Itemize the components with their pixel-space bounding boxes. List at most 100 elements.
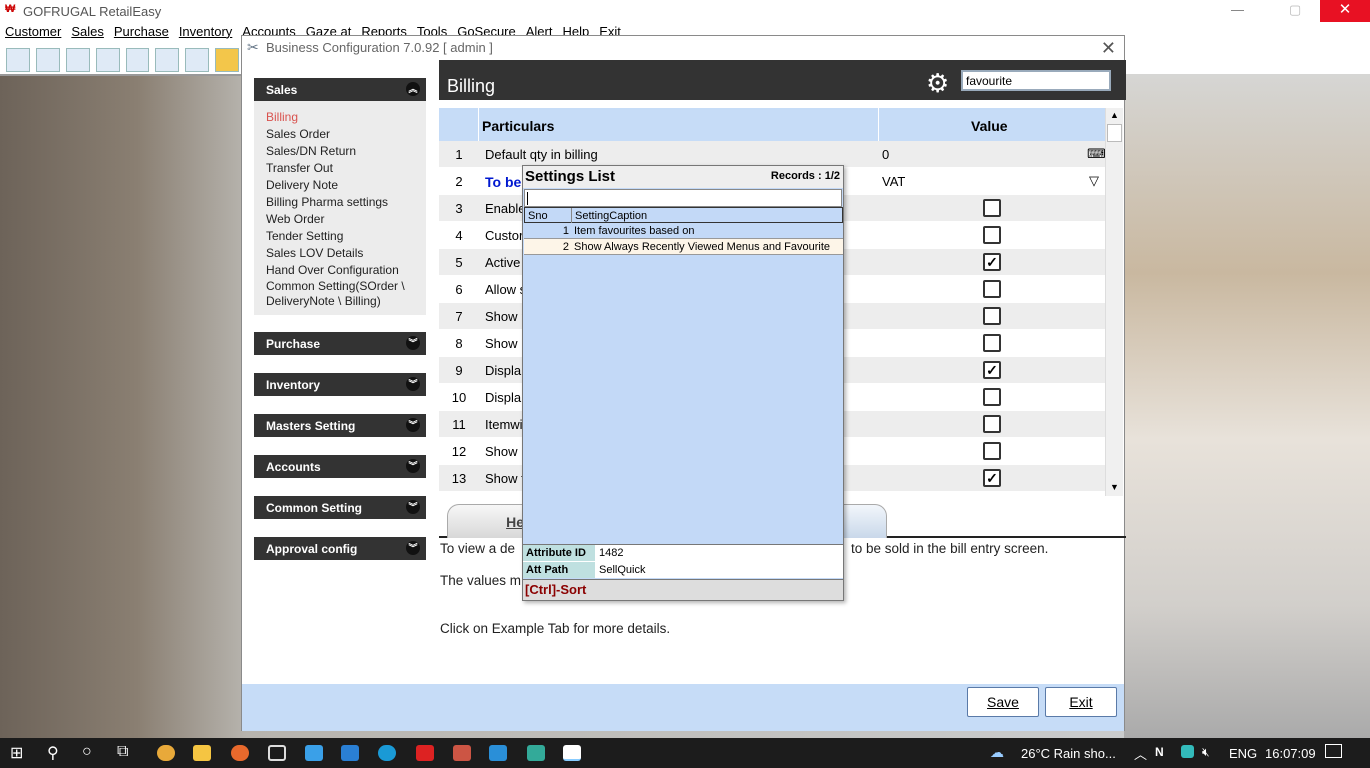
dropdown-triangle-icon[interactable]: ▽ bbox=[1089, 173, 1099, 189]
menu-purchase[interactable]: Purchase bbox=[109, 22, 174, 39]
sidebar-item-tender-setting[interactable]: Tender Setting bbox=[266, 228, 426, 245]
row-value-select[interactable]: VAT bbox=[882, 174, 905, 189]
row-checkbox[interactable] bbox=[983, 280, 1001, 298]
eye-tray-icon[interactable] bbox=[1181, 745, 1194, 758]
sidebar-item-sales-lov[interactable]: Sales LOV Details bbox=[266, 245, 426, 262]
printer-icon[interactable] bbox=[125, 48, 150, 72]
weather-text[interactable]: 26°C Rain sho... bbox=[1021, 746, 1116, 761]
section-label: Sales bbox=[266, 83, 298, 97]
nx-tray-icon[interactable]: N bbox=[1155, 745, 1164, 759]
minimize-button[interactable]: — bbox=[1231, 2, 1244, 17]
notifications-icon[interactable] bbox=[1325, 744, 1342, 758]
menu-inventory[interactable]: Inventory bbox=[174, 22, 237, 39]
table-scrollbar[interactable]: ▲ ▼ bbox=[1105, 108, 1123, 496]
row-checkbox[interactable] bbox=[983, 442, 1001, 460]
sidebar-section-masters[interactable]: Masters Setting ︾ bbox=[254, 414, 426, 437]
task-view-icon[interactable]: ⧉ bbox=[117, 743, 128, 761]
row-checkbox[interactable] bbox=[983, 226, 1001, 244]
bill-icon[interactable] bbox=[6, 48, 30, 72]
git-icon[interactable] bbox=[527, 745, 545, 761]
app-window-icon[interactable] bbox=[268, 745, 286, 761]
order-cart-icon[interactable] bbox=[185, 48, 210, 72]
sidebar-item-billing-pharma[interactable]: Billing Pharma settings bbox=[266, 194, 426, 211]
popup-list-header: Sno SettingCaption bbox=[524, 207, 843, 223]
sidebar-item-sales-dn-return[interactable]: Sales/DN Return bbox=[266, 143, 426, 160]
sidebar-item-hand-over[interactable]: Hand Over Configuration bbox=[266, 262, 426, 279]
column-sno: Sno bbox=[528, 210, 548, 222]
settings-list-popup: Settings List Records : 1/2 Sno SettingC… bbox=[522, 165, 844, 601]
purchase-cart-icon[interactable] bbox=[35, 48, 60, 72]
row-sno: 1 bbox=[562, 225, 569, 237]
chrome-beta-icon[interactable] bbox=[305, 745, 323, 761]
row-checkbox[interactable] bbox=[983, 199, 1001, 217]
records-count: Records : 1/2 bbox=[770, 170, 840, 182]
keyboard-icon[interactable]: ⌨ bbox=[1087, 146, 1106, 162]
dialog-close-button[interactable]: ✕ bbox=[1101, 38, 1116, 59]
sidebar-item-billing[interactable]: Billing bbox=[266, 109, 426, 126]
chrome-icon[interactable] bbox=[157, 745, 175, 761]
exit-button[interactable]: Exit bbox=[1045, 687, 1117, 717]
popup-filter-input[interactable] bbox=[524, 189, 842, 207]
row-number: 7 bbox=[455, 309, 463, 324]
vscode-icon[interactable] bbox=[341, 745, 359, 761]
section-label: Masters Setting bbox=[266, 419, 356, 433]
clock[interactable]: 16:07:09 bbox=[1265, 746, 1316, 761]
row-checkbox[interactable] bbox=[983, 388, 1001, 406]
help-text-1a: To view a de bbox=[440, 541, 516, 556]
barcode-icon[interactable] bbox=[95, 48, 120, 72]
language-indicator[interactable]: ENG bbox=[1229, 746, 1257, 761]
sidebar-item-sales-order[interactable]: Sales Order bbox=[266, 126, 426, 143]
row-particulars: Allow s bbox=[485, 282, 527, 297]
popup-row[interactable]: 2 Show Always Recently Viewed Menus and … bbox=[524, 239, 843, 255]
app-box-icon[interactable] bbox=[453, 745, 471, 761]
row-checkbox[interactable]: ✓ bbox=[983, 361, 1001, 379]
maximize-button[interactable]: ▢ bbox=[1289, 2, 1301, 18]
photos-icon[interactable] bbox=[489, 745, 507, 761]
wps-icon[interactable] bbox=[416, 745, 434, 761]
row-checkbox[interactable] bbox=[983, 334, 1001, 352]
row-checkbox[interactable] bbox=[983, 307, 1001, 325]
firefox-icon[interactable] bbox=[231, 745, 249, 761]
folder-icon[interactable] bbox=[215, 48, 239, 72]
file-explorer-icon[interactable] bbox=[193, 745, 211, 761]
popup-row[interactable]: 1 Item favourites based on bbox=[524, 223, 843, 239]
scroll-up-icon[interactable]: ▲ bbox=[1110, 110, 1119, 120]
retaileasy-taskbar-icon[interactable] bbox=[563, 745, 581, 761]
sort-hint: [Ctrl]-Sort bbox=[523, 579, 843, 600]
table-header: Particulars Value bbox=[439, 108, 1105, 141]
report-icon[interactable] bbox=[155, 48, 180, 72]
sidebar-item-common-setting[interactable]: Common Setting(SOrder \ bbox=[266, 279, 426, 294]
menu-sales[interactable]: Sales bbox=[66, 22, 109, 39]
menu-customer[interactable]: Customer bbox=[0, 22, 66, 39]
sidebar-section-approval[interactable]: Approval config ︾ bbox=[254, 537, 426, 560]
sidebar-section-accounts[interactable]: Accounts ︾ bbox=[254, 455, 426, 478]
gear-icon[interactable]: ⚙ bbox=[926, 68, 949, 99]
sidebar-item-delivery-note[interactable]: Delivery Note bbox=[266, 177, 426, 194]
sidebar-section-sales[interactable]: Sales ︽ bbox=[254, 78, 426, 101]
scroll-thumb[interactable] bbox=[1107, 124, 1122, 142]
row-value-input[interactable]: 0 bbox=[882, 147, 889, 162]
edge-icon[interactable] bbox=[378, 745, 396, 761]
volume-muted-icon[interactable]: 🔇︎ bbox=[1202, 745, 1210, 760]
sidebar-section-inventory[interactable]: Inventory ︾ bbox=[254, 373, 426, 396]
row-checkbox[interactable] bbox=[983, 415, 1001, 433]
table-row[interactable]: 1 Default qty in billing 0 ⌨ bbox=[439, 141, 1106, 168]
sidebar-section-common[interactable]: Common Setting ︾ bbox=[254, 496, 426, 519]
cortana-icon[interactable]: ○ bbox=[82, 743, 92, 761]
sidebar-item-common-setting-cont[interactable]: DeliveryNote \ Billing) bbox=[266, 294, 426, 309]
tray-chevron-icon[interactable]: ︿ bbox=[1134, 744, 1147, 763]
customers-icon[interactable] bbox=[65, 48, 90, 72]
sidebar-item-web-order[interactable]: Web Order bbox=[266, 211, 426, 228]
scroll-down-icon[interactable]: ▼ bbox=[1110, 482, 1119, 492]
sidebar-item-transfer-out[interactable]: Transfer Out bbox=[266, 160, 426, 177]
row-sno: 2 bbox=[562, 241, 569, 253]
row-checkbox[interactable]: ✓ bbox=[983, 469, 1001, 487]
row-particulars: Custor bbox=[485, 228, 524, 243]
sidebar-section-purchase[interactable]: Purchase ︾ bbox=[254, 332, 426, 355]
row-checkbox[interactable]: ✓ bbox=[983, 253, 1001, 271]
close-button[interactable]: ✕ bbox=[1320, 0, 1370, 22]
search-icon[interactable]: ⚲ bbox=[47, 743, 59, 763]
windows-start-icon[interactable]: ⊞ bbox=[10, 743, 23, 763]
search-input[interactable]: favourite bbox=[961, 70, 1111, 91]
save-button[interactable]: Save bbox=[967, 687, 1039, 717]
